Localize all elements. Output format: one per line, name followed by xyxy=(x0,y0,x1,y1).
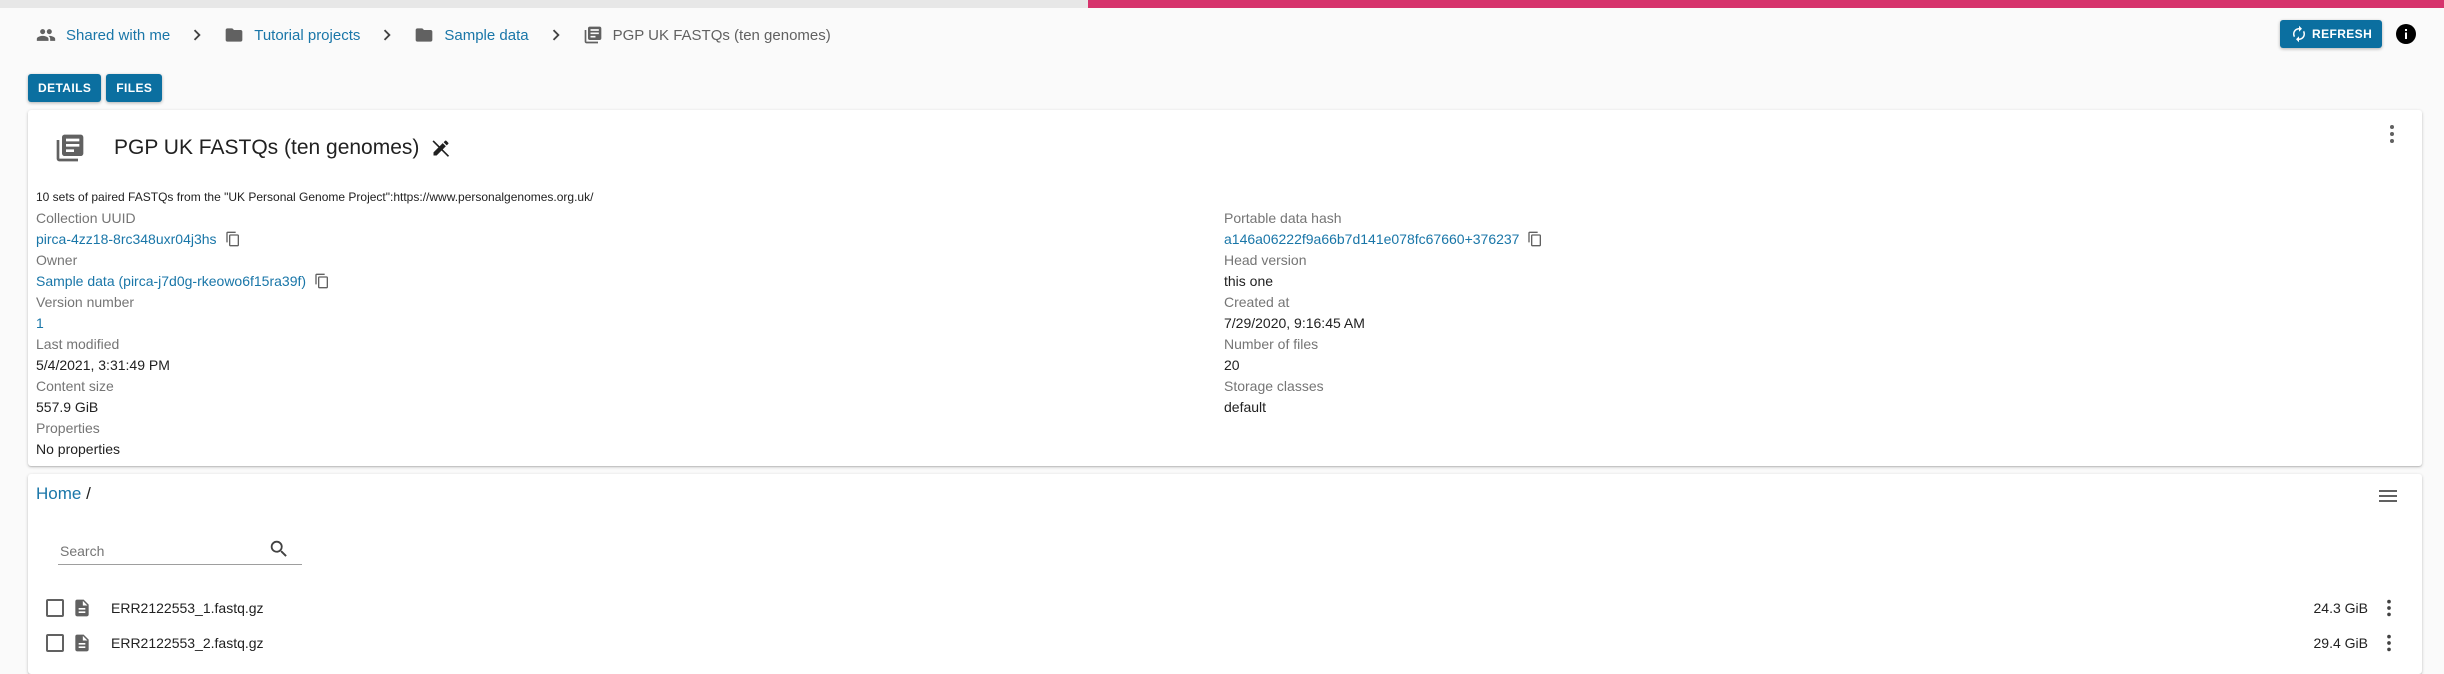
search-icon[interactable] xyxy=(268,538,290,560)
more-vert-icon[interactable] xyxy=(2378,597,2400,619)
last-modified-value: 5/4/2021, 3:31:49 PM xyxy=(36,357,170,373)
uuid-value[interactable]: pirca-4zz18-8rc348uxr04j3hs xyxy=(36,228,330,250)
edit-off-icon xyxy=(432,140,450,157)
progress-bar-accent xyxy=(1088,0,2444,8)
breadcrumb-label: Sample data xyxy=(444,26,529,44)
more-vert-icon[interactable] xyxy=(2378,632,2400,654)
head-version-label: Head version xyxy=(1224,252,1307,268)
row-checkbox[interactable] xyxy=(46,599,64,617)
details-left-column: Collection UUID pirca-4zz18-8rc348uxr04j… xyxy=(36,208,330,460)
collection-title-row: PGP UK FASTQs (ten genomes) xyxy=(114,136,451,160)
files-card: Home / ERR2122553_1.fastq.gz 24.3 GiB ER… xyxy=(28,474,2422,674)
number-of-files-label: Number of files xyxy=(1224,336,1319,352)
pdh-label: Portable data hash xyxy=(1224,210,1342,226)
copy-icon[interactable] xyxy=(225,231,241,247)
refresh-button[interactable]: REFRESH xyxy=(2280,20,2383,48)
tab-details[interactable]: DETAILS xyxy=(28,74,102,102)
collection-icon xyxy=(56,134,84,162)
copy-icon[interactable] xyxy=(314,273,330,289)
table-row[interactable]: ERR2122553_2.fastq.gz 29.4 GiB xyxy=(28,626,2408,660)
last-modified-label: Last modified xyxy=(36,336,120,352)
breadcrumb-label: Shared with me xyxy=(66,26,171,44)
breadcrumb-label: Tutorial projects xyxy=(254,26,361,44)
details-right-column: Portable data hash a146a06222f9a66b7d141… xyxy=(1224,208,1543,418)
breadcrumb-sample-data[interactable]: Sample data xyxy=(414,25,529,45)
progress-bar-fill xyxy=(0,0,1088,8)
storage-classes-label: Storage classes xyxy=(1224,378,1324,394)
files-breadcrumb-separator: / xyxy=(86,484,91,503)
chevron-right-icon xyxy=(194,29,201,41)
table-row[interactable]: ERR2122553_1.fastq.gz 24.3 GiB xyxy=(28,591,2408,625)
pdh-value[interactable]: a146a06222f9a66b7d141e078fc67660+376237 xyxy=(1224,228,1543,250)
breadcrumb-label: PGP UK FASTQs (ten genomes) xyxy=(612,26,831,44)
collection-icon xyxy=(584,26,601,44)
storage-classes-value: default xyxy=(1224,399,1267,415)
collection-details-card: PGP UK FASTQs (ten genomes) 10 sets of p… xyxy=(28,110,2422,466)
breadcrumb-tutorial-projects[interactable]: Tutorial projects xyxy=(224,25,360,45)
chevron-right-icon xyxy=(552,29,560,41)
top-bar: Shared with me Tutorial projects Sample … xyxy=(0,12,2444,60)
created-at-label: Created at xyxy=(1224,294,1290,310)
people-icon xyxy=(36,29,56,41)
content-size-value: 557.9 GiB xyxy=(36,399,99,415)
content-size-label: Content size xyxy=(36,378,114,394)
owner-label: Owner xyxy=(36,252,78,268)
files-search xyxy=(58,538,302,565)
file-icon xyxy=(75,599,89,617)
page-progress-bar xyxy=(0,0,2444,8)
created-at-value: 7/29/2020, 9:16:45 AM xyxy=(1224,315,1365,331)
properties-label: Properties xyxy=(36,420,100,436)
folder-icon xyxy=(416,28,433,42)
row-checkbox[interactable] xyxy=(46,634,64,652)
pdh-text[interactable]: a146a06222f9a66b7d141e078fc67660+376237 xyxy=(1224,228,1519,250)
view-tabs: DETAILS FILES xyxy=(28,74,163,102)
file-icon xyxy=(75,634,89,652)
file-size: 29.4 GiB xyxy=(2313,635,2368,651)
search-input[interactable] xyxy=(58,538,262,564)
page-title: PGP UK FASTQs (ten genomes) xyxy=(114,136,420,159)
collection-description: 10 sets of paired FASTQs from the "UK Pe… xyxy=(36,190,594,204)
number-of-files-value: 20 xyxy=(1224,357,1240,373)
refresh-icon xyxy=(2293,25,2305,43)
tab-files[interactable]: FILES xyxy=(106,74,163,102)
owner-value[interactable]: Sample data (pirca-j7d0g-rkeowo6f15ra39f… xyxy=(36,270,330,292)
file-size: 24.3 GiB xyxy=(2313,600,2368,616)
file-name[interactable]: ERR2122553_1.fastq.gz xyxy=(111,600,264,616)
info-icon[interactable] xyxy=(2394,22,2418,46)
files-breadcrumb-home[interactable]: Home xyxy=(36,484,81,503)
chevron-right-icon xyxy=(384,29,392,41)
folder-icon xyxy=(225,28,243,42)
breadcrumb-shared-with-me[interactable]: Shared with me xyxy=(36,25,170,45)
version-value[interactable]: 1 xyxy=(36,312,330,334)
more-vert-icon[interactable] xyxy=(2380,122,2404,146)
uuid-text[interactable]: pirca-4zz18-8rc348uxr04j3hs xyxy=(36,228,217,250)
uuid-label: Collection UUID xyxy=(36,210,136,226)
files-breadcrumb: Home / xyxy=(36,484,91,504)
file-name[interactable]: ERR2122553_2.fastq.gz xyxy=(111,635,264,651)
properties-value: No properties xyxy=(36,441,121,457)
owner-text[interactable]: Sample data (pirca-j7d0g-rkeowo6f15ra39f… xyxy=(36,270,306,292)
refresh-label: REFRESH xyxy=(2312,27,2373,41)
breadcrumb: Shared with me Tutorial projects Sample … xyxy=(36,24,831,46)
version-label: Version number xyxy=(36,294,135,310)
breadcrumb-current-collection: PGP UK FASTQs (ten genomes) xyxy=(583,25,831,45)
head-version-value: this one xyxy=(1224,273,1274,289)
copy-icon[interactable] xyxy=(1527,231,1543,247)
menu-icon[interactable] xyxy=(2376,484,2400,508)
